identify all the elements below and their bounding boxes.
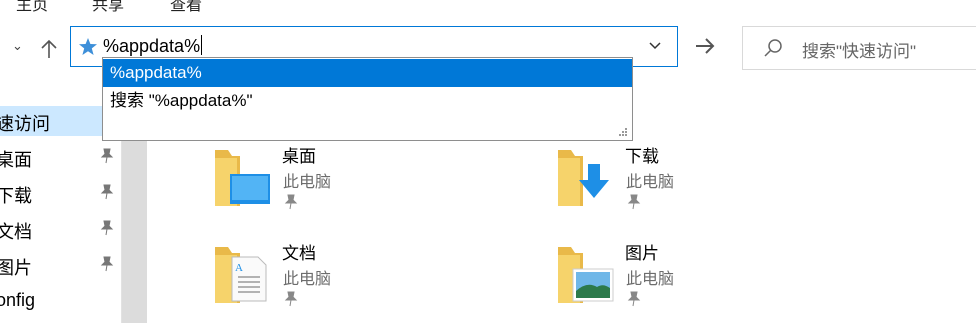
pin-icon	[627, 291, 641, 307]
pin-icon	[284, 291, 298, 307]
pictures-folder-icon[interactable]	[555, 241, 615, 305]
pin-icon	[100, 220, 114, 236]
resize-grip-icon[interactable]	[618, 127, 628, 137]
tab-home[interactable]: 主页	[16, 0, 48, 15]
tab-view[interactable]: 查看	[170, 0, 202, 15]
pin-icon	[100, 184, 114, 200]
pin-icon	[100, 148, 114, 164]
tile-pictures-location: 此电脑	[626, 271, 675, 288]
tile-desktop-name[interactable]: 桌面	[282, 142, 316, 167]
svg-text:A: A	[235, 262, 243, 274]
nav-item-downloads[interactable]: 下载	[0, 182, 32, 208]
go-arrow-icon[interactable]	[694, 35, 716, 57]
desktop-folder-icon[interactable]	[212, 144, 272, 208]
tile-documents-name[interactable]: 文档	[282, 239, 316, 264]
search-icon	[764, 39, 782, 57]
pin-icon	[100, 256, 114, 272]
tile-downloads-location: 此电脑	[626, 174, 675, 191]
autocomplete-item-appdata[interactable]: %appdata%	[103, 59, 632, 87]
tile-downloads-name[interactable]: 下载	[625, 142, 659, 167]
nav-item-documents[interactable]: 文档	[0, 218, 32, 244]
nav-item-quick-access[interactable]: 速访问	[0, 110, 50, 136]
up-arrow-icon[interactable]	[40, 39, 58, 59]
pin-icon	[284, 194, 298, 210]
address-autocomplete-dropdown[interactable]: %appdata% 搜索 "%appdata%"	[102, 57, 633, 141]
address-input[interactable]: %appdata%	[103, 36, 200, 56]
nav-pane-scrollbar[interactable]	[121, 138, 147, 323]
tile-documents-location: 此电脑	[283, 271, 332, 288]
autocomplete-item-search[interactable]: 搜索 "%appdata%"	[103, 87, 632, 115]
address-history-chevron-icon[interactable]	[647, 38, 663, 54]
downloads-folder-icon[interactable]	[555, 144, 615, 208]
documents-folder-icon[interactable]: A	[212, 241, 272, 305]
address-input-wrap[interactable]: %appdata%	[103, 35, 203, 57]
recent-locations-chevron-icon[interactable]: ⌄	[12, 38, 23, 54]
tile-pictures-name[interactable]: 图片	[625, 239, 659, 264]
text-caret	[201, 35, 203, 55]
pin-icon	[627, 194, 641, 210]
nav-item-desktop[interactable]: 桌面	[0, 146, 32, 172]
search-box[interactable]: 搜索"快速访问"	[742, 26, 976, 70]
search-placeholder: 搜索"快速访问"	[802, 42, 917, 61]
nav-item-config[interactable]: onfig	[0, 290, 35, 311]
quick-access-star-icon	[79, 38, 97, 55]
tab-share[interactable]: 共享	[92, 0, 124, 15]
nav-item-pictures[interactable]: 图片	[0, 254, 32, 280]
tile-desktop-location: 此电脑	[283, 174, 332, 191]
